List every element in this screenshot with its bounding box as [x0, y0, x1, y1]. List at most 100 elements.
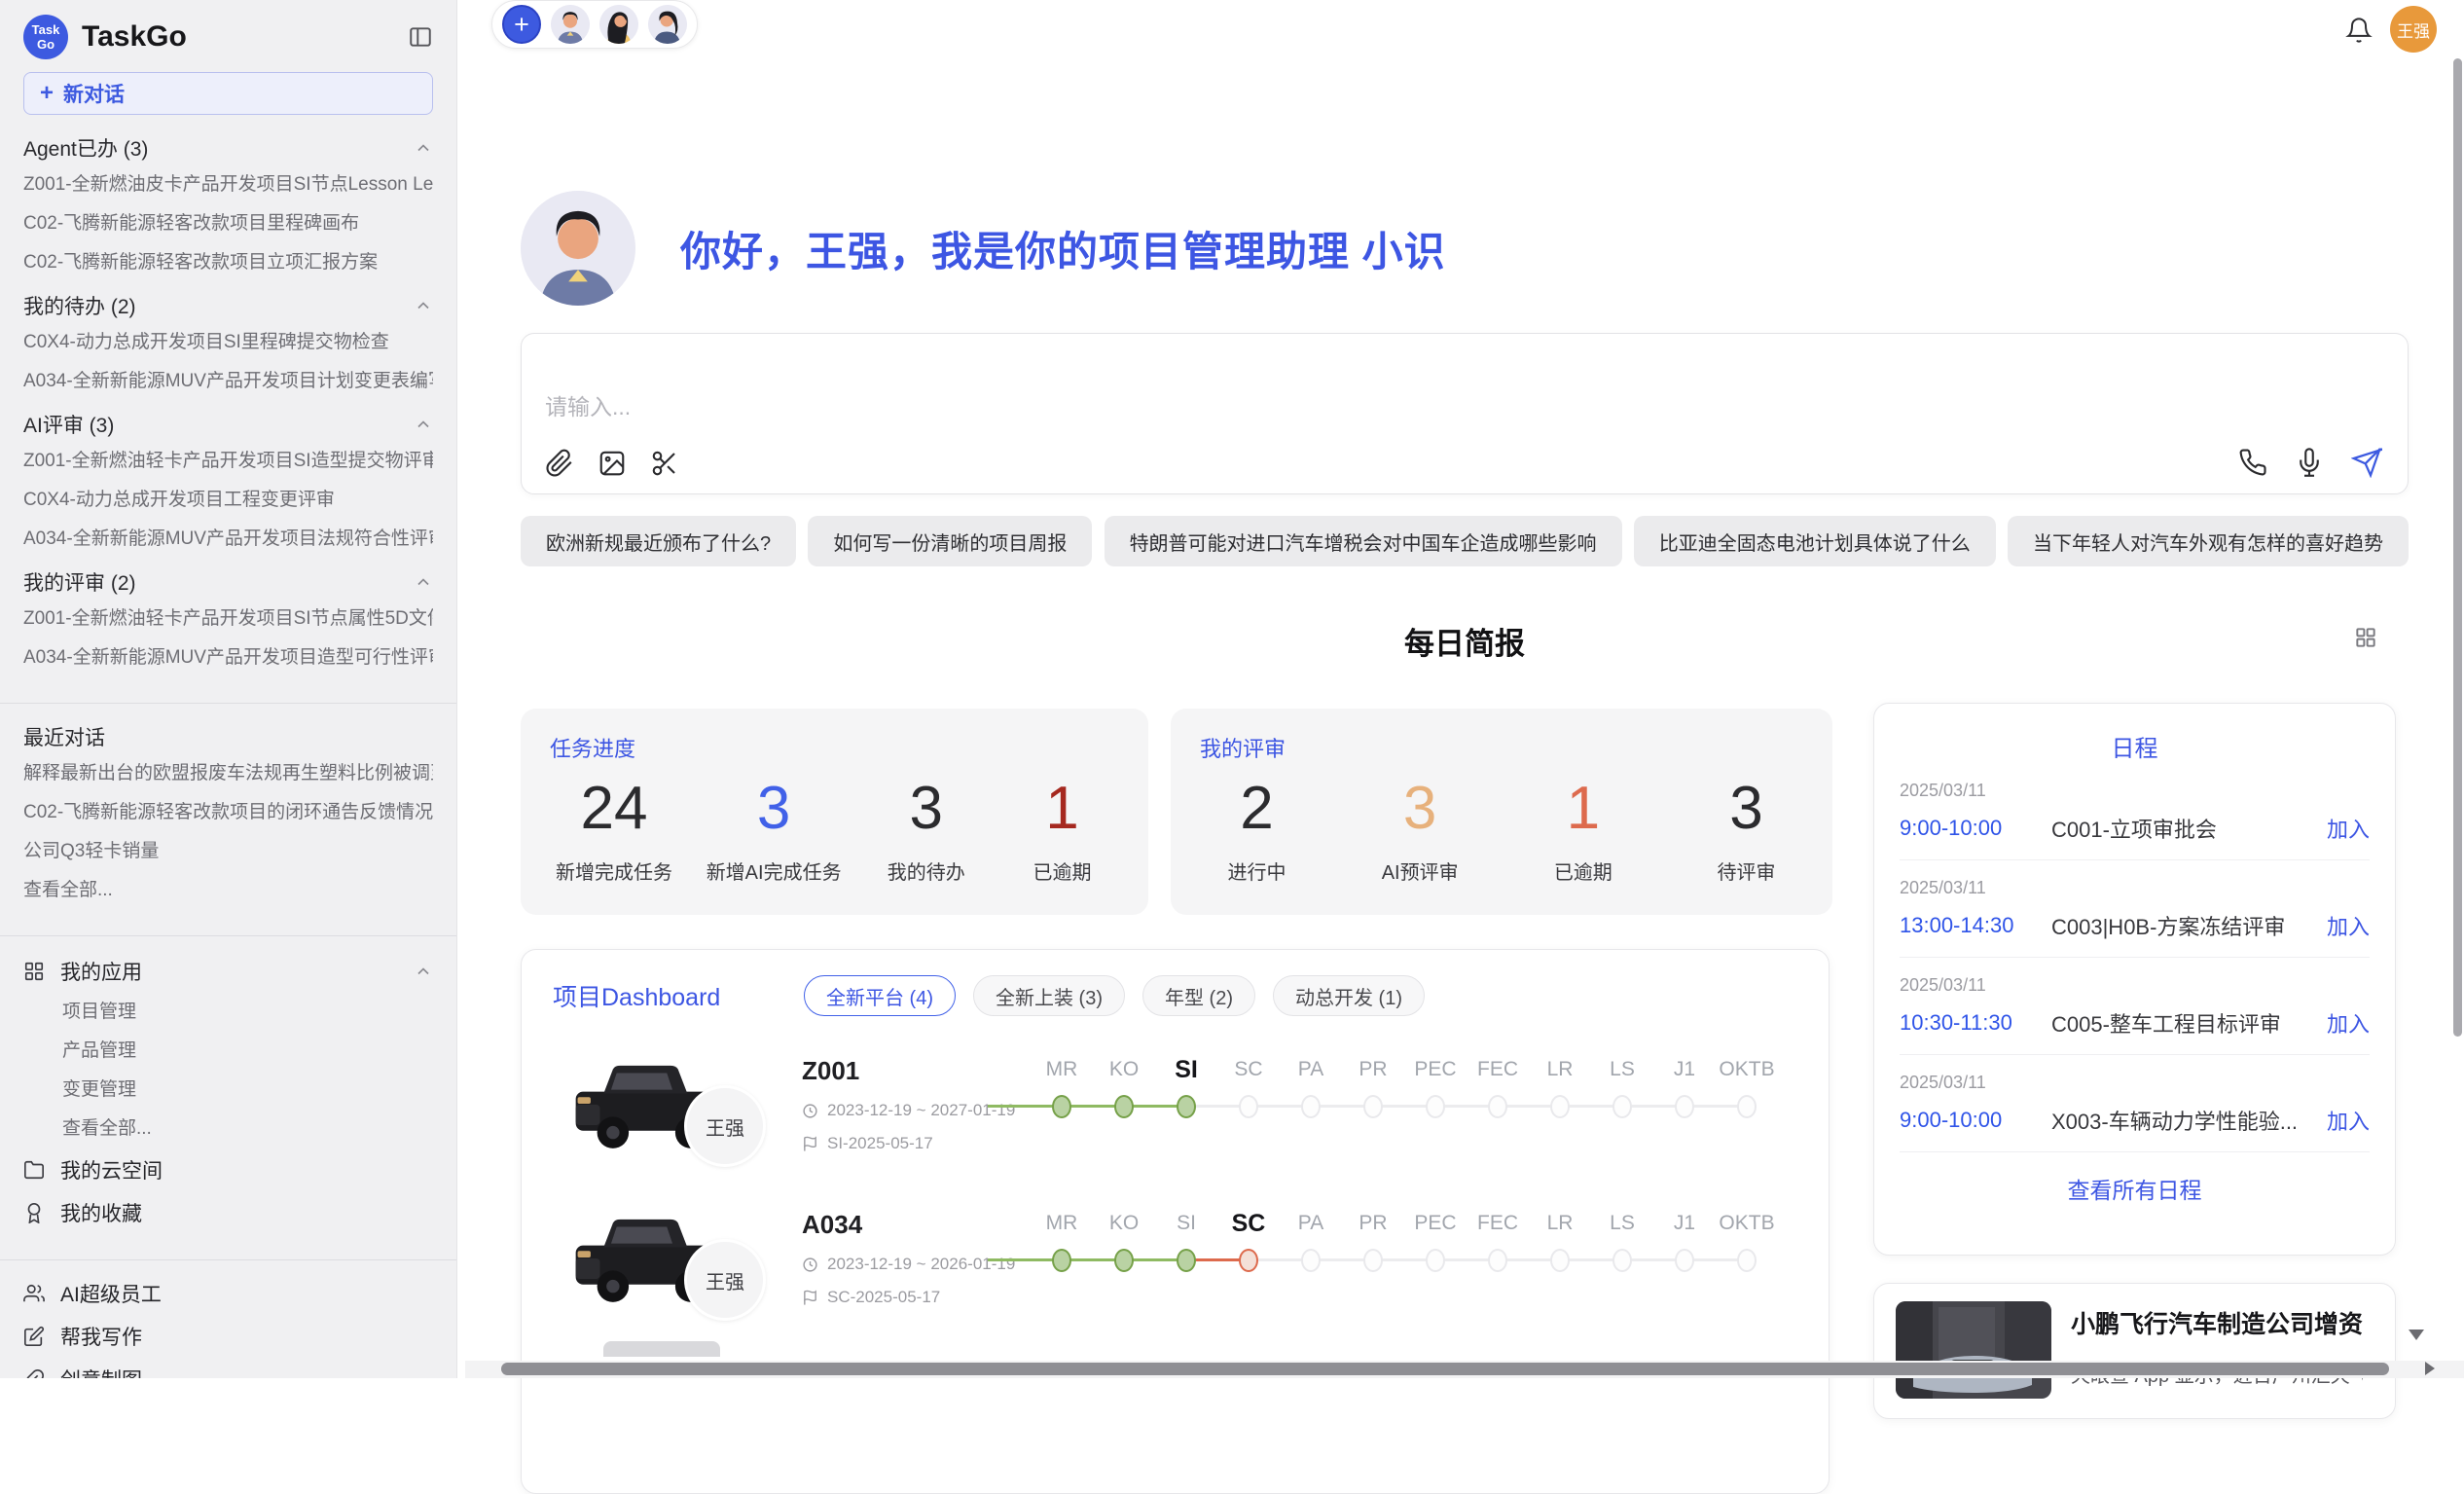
recent-chat-item[interactable]: C02-飞腾新能源轻客改款项目的闭环通告反馈情况 [23, 793, 433, 832]
join-button[interactable]: 加入 [2327, 1105, 2370, 1136]
recent-chat-item[interactable]: 解释最新出台的欧盟报废车法规再生塑料比例被调至15%... [23, 754, 433, 793]
project-row-z001[interactable]: 王强 Z001 2023-12-19 ~ 2027-01-19 SI-2025-… [522, 1052, 1829, 1206]
creative-drawing[interactable]: 创意制图 [23, 1358, 433, 1378]
section-ai-review[interactable]: AI评审 (3) [23, 407, 433, 442]
sidebar-item[interactable]: Z001-全新燃油皮卡产品开发项目SI节点Lesson Learn报告 [23, 165, 433, 204]
sidebar-item[interactable]: A034-全新新能源MUV产品开发项目造型可行性评审 [23, 638, 433, 677]
agent-avatar-3[interactable] [648, 5, 687, 44]
my-apps-row[interactable]: 我的应用 [23, 950, 433, 993]
stat: 1 已逾期 [1532, 773, 1634, 885]
suggestion-chip[interactable]: 当下年轻人对汽车外观有怎样的喜好趋势 [2008, 516, 2409, 566]
view-all-apps[interactable]: 查看全部... [23, 1110, 433, 1148]
milestone: LR [1529, 1206, 1591, 1272]
greeting-text: 你好，王强，我是你的项目管理助理 小识 [680, 219, 1446, 278]
chevron-up-icon [414, 415, 433, 434]
my-favorites[interactable]: 我的收藏 [23, 1191, 433, 1234]
paperclip-icon[interactable] [545, 449, 574, 478]
vertical-scrollbar-thumb[interactable] [2453, 58, 2462, 1037]
divider [0, 703, 456, 704]
view-all-chats[interactable]: 查看全部... [23, 871, 433, 910]
milestone-dot [1737, 1095, 1757, 1118]
ai-super-staff[interactable]: AI超级员工 [23, 1272, 433, 1315]
agent-avatar-2[interactable] [599, 5, 638, 44]
join-button[interactable]: 加入 [2327, 813, 2370, 844]
milestone-label: MR [1031, 1052, 1093, 1087]
suggestion-chip[interactable]: 比亚迪全固态电池计划具体说了什么 [1634, 516, 1996, 566]
milestone-label: J1 [1653, 1206, 1716, 1241]
milestone-track: MRKOSISCPAPRPECFECLRLSJ1OKTB [1031, 1052, 1778, 1118]
milestone-dot [1239, 1095, 1258, 1118]
scroll-down-arrow[interactable] [2409, 1330, 2424, 1340]
news-card[interactable]: 小鹏飞行汽车制造公司增资 天眼查 App 显示，近日广州汇天飞行汽... [1873, 1283, 2396, 1419]
sidebar-item[interactable]: C0X4-动力总成开发项目SI里程碑提交物检查 [23, 323, 433, 362]
project-row-a034[interactable]: 王强 A034 2023-12-19 ~ 2026-01-19 SC-2025-… [522, 1206, 1829, 1360]
suggestion-chip[interactable]: 如何写一份清晰的项目周报 [808, 516, 1092, 566]
schedule-time: 9:00-10:00 [1900, 816, 2044, 841]
sidebar-item[interactable]: Z001-全新燃油轻卡产品开发项目SI造型提交物评审 [23, 442, 433, 481]
user-avatar[interactable]: 王强 [2390, 6, 2437, 53]
app-item-project-mgmt[interactable]: 项目管理 [23, 993, 433, 1032]
send-icon[interactable] [2351, 447, 2382, 478]
help-me-write[interactable]: 帮我写作 [23, 1315, 433, 1358]
tab-powertrain[interactable]: 动总开发 (1) [1273, 975, 1425, 1016]
milestone-label: LR [1529, 1206, 1591, 1241]
chat-input[interactable] [545, 394, 2005, 420]
section-my-todo[interactable]: 我的待办 (2) [23, 288, 433, 323]
suggestion-chip[interactable]: 欧洲新规最近颁布了什么? [521, 516, 796, 566]
milestone-track: MRKOSISCPAPRPECFECLRLSJ1OKTB [1031, 1206, 1778, 1272]
clock-icon [802, 1103, 818, 1119]
app-logo: Task Go [23, 15, 68, 59]
stat-label: AI预评审 [1369, 856, 1471, 885]
add-agent-button[interactable]: + [502, 5, 541, 44]
app-item-change-mgmt[interactable]: 变更管理 [23, 1071, 433, 1110]
sidebar-item[interactable]: A034-全新新能源MUV产品开发项目计划变更表编写 [23, 362, 433, 401]
chat-input-box [521, 333, 2409, 494]
recent-chat-item[interactable]: 公司Q3轻卡销量 [23, 832, 433, 871]
microphone-icon[interactable] [2295, 448, 2324, 477]
phone-icon[interactable] [2238, 448, 2267, 477]
milestone-label: PR [1342, 1206, 1404, 1241]
schedule-date: 2025/03/11 [1900, 878, 2370, 898]
milestone: SI [1155, 1206, 1217, 1272]
stat-label: 新增AI完成任务 [707, 856, 842, 885]
sidebar-collapse-icon[interactable] [408, 24, 433, 50]
horizontal-scrollbar-thumb[interactable] [501, 1363, 2389, 1375]
layout-grid-icon[interactable] [2353, 625, 2378, 650]
sidebar-item[interactable]: C02-飞腾新能源轻客改款项目里程碑画布 [23, 204, 433, 243]
milestone: J1 [1653, 1206, 1716, 1272]
my-cloud-space[interactable]: 我的云空间 [23, 1148, 433, 1191]
stat-label: 已逾期 [1011, 856, 1113, 885]
join-button[interactable]: 加入 [2327, 1007, 2370, 1039]
schedule-item: 2025/03/11 13:00-14:30 C003|H0B-方案冻结评审 加… [1900, 860, 2370, 958]
input-attachments [545, 449, 679, 478]
sidebar-item[interactable]: Z001-全新燃油轻卡产品开发项目SI节点属性5D文件评审 [23, 600, 433, 638]
image-icon[interactable] [598, 449, 627, 478]
milestone-label: LS [1591, 1052, 1653, 1087]
stat-value: 3 [875, 773, 977, 845]
dashboard-header: 项目Dashboard 全新平台 (4) 全新上装 (3) 年型 (2) 动总开… [522, 950, 1829, 1016]
input-actions [2238, 447, 2382, 478]
agent-avatar-1[interactable] [551, 5, 590, 44]
sidebar-item[interactable]: C0X4-动力总成开发项目工程变更评审 [23, 481, 433, 520]
section-recent-chats: 最近对话 [23, 719, 433, 754]
tab-year-model[interactable]: 年型 (2) [1142, 975, 1255, 1016]
sidebar-item[interactable]: C02-飞腾新能源轻客改款项目立项汇报方案 [23, 243, 433, 282]
sidebar-item[interactable]: A034-全新新能源MUV产品开发项目法规符合性评审 [23, 520, 433, 559]
milestone-label: SI [1155, 1052, 1217, 1087]
sidebar-sections: Agent已办 (3) Z001-全新燃油皮卡产品开发项目SI节点Lesson … [23, 130, 433, 677]
section-agent-done[interactable]: Agent已办 (3) [23, 130, 433, 165]
app-item-product-mgmt[interactable]: 产品管理 [23, 1032, 433, 1071]
tab-new-platform[interactable]: 全新平台 (4) [804, 975, 956, 1016]
scroll-right-arrow[interactable] [2425, 1362, 2435, 1375]
suggestion-chip[interactable]: 特朗普可能对进口汽车增税会对中国车企造成哪些影响 [1105, 516, 1622, 566]
new-chat-button[interactable]: + 新对话 [23, 72, 433, 115]
join-button[interactable]: 加入 [2327, 910, 2370, 941]
view-all-schedule-link[interactable]: 查看所有日程 [1900, 1152, 2370, 1224]
milestone: OKTB [1716, 1206, 1778, 1272]
notification-bell-icon[interactable] [2345, 16, 2373, 45]
project-next-milestone: SC-2025-05-17 [802, 1288, 940, 1307]
scissors-icon[interactable] [650, 449, 679, 478]
tab-new-body[interactable]: 全新上装 (3) [973, 975, 1125, 1016]
section-my-review[interactable]: 我的评审 (2) [23, 565, 433, 600]
divider [0, 935, 456, 936]
